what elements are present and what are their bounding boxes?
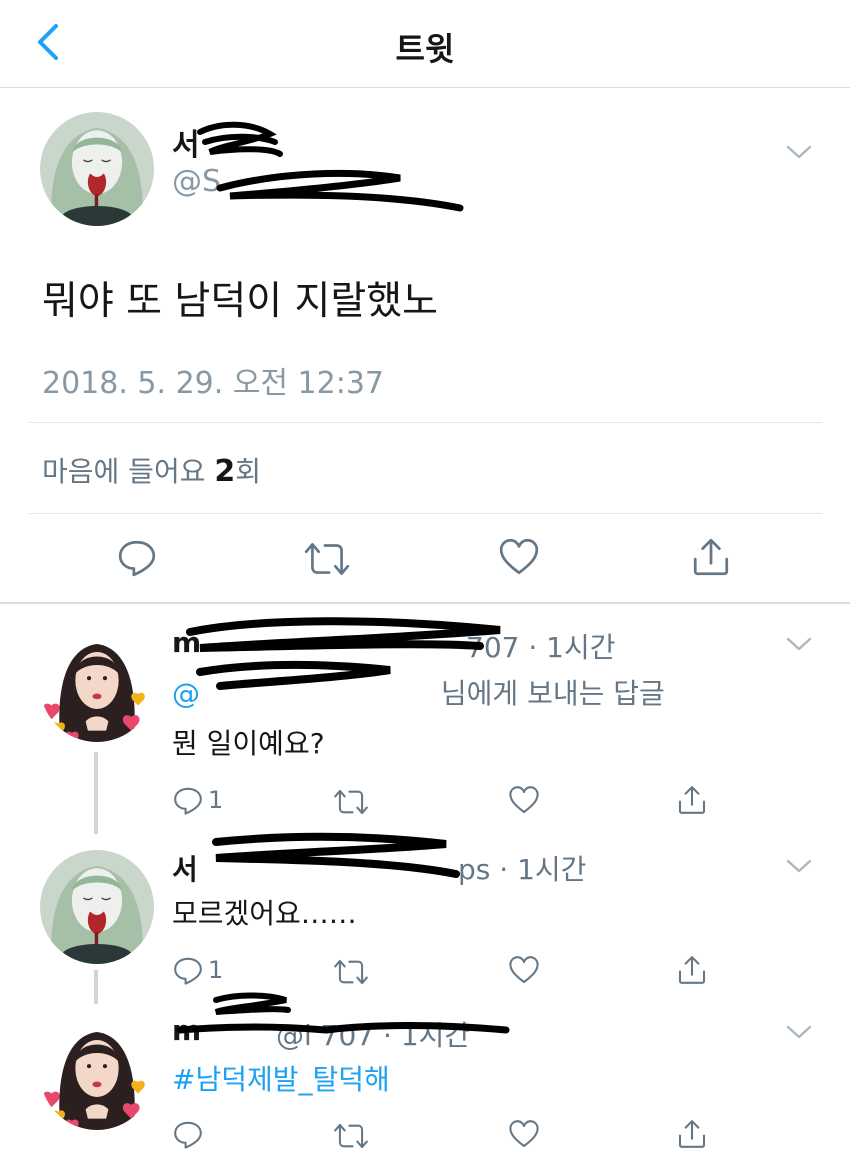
like-button[interactable] bbox=[498, 536, 540, 578]
redaction-scribble bbox=[212, 832, 460, 878]
reply-to-mention[interactable]: @ bbox=[172, 677, 200, 710]
like-button[interactable] bbox=[508, 1118, 540, 1150]
reply-text: 모르겠어요…… bbox=[172, 897, 357, 930]
share-button[interactable] bbox=[676, 784, 708, 816]
divider bbox=[28, 422, 822, 423]
tweet-text: 뭐야 또 남덕이 지랄했노 bbox=[42, 279, 438, 324]
avatar[interactable] bbox=[40, 112, 154, 226]
likes-unit: 회 bbox=[235, 455, 262, 488]
more-options-chevron-icon[interactable] bbox=[786, 1024, 812, 1040]
reply-to-text: 님에게 보내는 답글 bbox=[432, 677, 665, 710]
like-button[interactable] bbox=[508, 784, 540, 816]
more-options-chevron-icon[interactable] bbox=[786, 636, 812, 652]
reply-to-line: @ 님에게 보내는 답글 bbox=[172, 672, 665, 712]
section-divider bbox=[0, 602, 850, 604]
likes-label: 마음에 들어요 bbox=[42, 455, 215, 488]
thread-line bbox=[94, 752, 98, 834]
redaction-scribble bbox=[197, 121, 464, 212]
reply-text: 뭔 일이예요? bbox=[172, 727, 325, 760]
avatar[interactable] bbox=[40, 1016, 154, 1130]
divider bbox=[28, 513, 822, 514]
reply-button[interactable] bbox=[116, 536, 158, 578]
reply-button[interactable]: 1 bbox=[172, 954, 223, 986]
avatar[interactable] bbox=[40, 628, 154, 742]
redaction-scribble bbox=[176, 992, 510, 1034]
tweet-timestamp: 2018. 5. 29. 오전 12:37 bbox=[42, 366, 385, 401]
retweet-button[interactable] bbox=[302, 538, 352, 580]
avatar[interactable] bbox=[40, 850, 154, 964]
reply-button[interactable] bbox=[172, 1118, 204, 1150]
reply-hashtag[interactable]: #남덕제발_탈덕해 bbox=[172, 1058, 390, 1098]
page-title: 트윗 bbox=[395, 30, 455, 68]
likes-count[interactable]: 마음에 들어요 2회 bbox=[42, 450, 261, 490]
retweet-button[interactable] bbox=[332, 786, 370, 818]
thread-line bbox=[94, 970, 98, 1004]
more-options-chevron-icon[interactable] bbox=[786, 144, 812, 160]
more-options-chevron-icon[interactable] bbox=[786, 858, 812, 874]
top-bar: 트윗 bbox=[0, 0, 850, 88]
reply-count: 1 bbox=[208, 786, 224, 814]
retweet-button[interactable] bbox=[332, 956, 370, 988]
share-button[interactable] bbox=[676, 1118, 708, 1150]
likes-number: 2 bbox=[214, 454, 236, 489]
share-button[interactable] bbox=[690, 536, 732, 578]
reply-count: 1 bbox=[208, 956, 224, 984]
reply-meta: ps · 1시간 bbox=[458, 853, 587, 886]
reply-button[interactable]: 1 bbox=[172, 784, 223, 816]
retweet-button[interactable] bbox=[332, 1120, 370, 1152]
like-button[interactable] bbox=[508, 954, 540, 986]
share-button[interactable] bbox=[676, 954, 708, 986]
